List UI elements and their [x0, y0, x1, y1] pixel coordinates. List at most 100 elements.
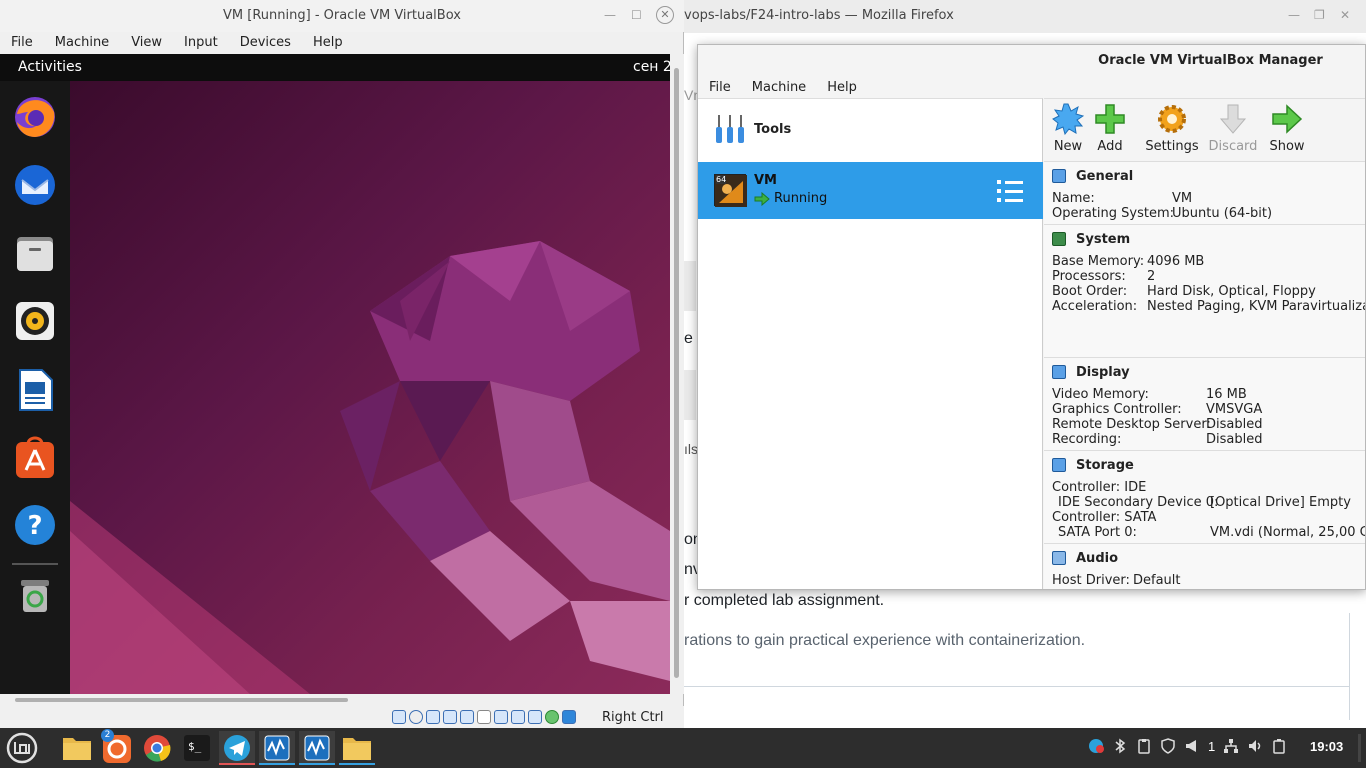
vm-vertical-scrollbar[interactable]	[670, 54, 684, 694]
notification-icon[interactable]	[1088, 738, 1104, 754]
ubuntu-clock[interactable]: сен 2€	[633, 59, 670, 75]
system-memory-value: 4096 MB	[1147, 254, 1205, 269]
maximize-icon[interactable]: ☐	[631, 8, 642, 22]
display-icon[interactable]	[494, 710, 508, 724]
general-name-label: Name:	[1052, 191, 1095, 206]
clipboard-icon[interactable]	[1136, 738, 1152, 754]
menu-help[interactable]: Help	[302, 32, 354, 54]
display-section[interactable]: Display Video Memory: 16 MB Graphics Con…	[1044, 358, 1365, 451]
shared-folders-icon[interactable]	[477, 710, 491, 724]
files-icon[interactable]	[12, 230, 58, 276]
trash-icon[interactable]	[12, 570, 58, 616]
show-desktop-button[interactable]	[1358, 734, 1361, 762]
minimize-icon[interactable]: —	[604, 8, 616, 22]
system-tray: 1	[1088, 738, 1287, 754]
virtualbox-vm-taskbar-icon[interactable]	[259, 731, 295, 765]
virtualbox-manager-taskbar-icon[interactable]	[299, 731, 335, 765]
guest-additions-icon[interactable]	[545, 710, 559, 724]
close-icon[interactable]: ✕	[656, 6, 674, 24]
system-section[interactable]: System Base Memory: 4096 MB Processors: …	[1044, 225, 1366, 358]
menu-devices[interactable]: Devices	[229, 32, 302, 54]
audio-icon[interactable]	[426, 710, 440, 724]
taskbar-clock[interactable]: 19:03	[1310, 739, 1343, 754]
cpu-icon[interactable]	[528, 710, 542, 724]
storage-ide-device-value: [Optical Drive] Empty	[1210, 495, 1351, 510]
display-rdp-value: Disabled	[1206, 417, 1263, 432]
show-button[interactable]: Show	[1266, 99, 1308, 159]
libreoffice-writer-icon[interactable]	[12, 366, 58, 412]
bluetooth-icon[interactable]	[1112, 738, 1128, 754]
tray-count: 1	[1208, 738, 1216, 754]
new-button[interactable]: New	[1046, 99, 1090, 159]
help-icon[interactable]: ?	[12, 502, 58, 548]
maximize-icon[interactable]: ❐	[1314, 8, 1325, 22]
divider	[1349, 613, 1350, 720]
mint-menu-icon[interactable]	[4, 731, 40, 765]
usb-icon[interactable]	[460, 710, 474, 724]
thunderbird-icon[interactable]	[12, 162, 58, 208]
taskbar: 2 $_ 1 19:03	[0, 728, 1366, 768]
close-icon[interactable]: ✕	[1340, 8, 1350, 22]
mouse-integration-icon[interactable]	[562, 710, 576, 724]
menu-view[interactable]: View	[120, 32, 173, 54]
vm-display[interactable]: Activities сен 2€	[0, 54, 670, 694]
page-block	[684, 261, 696, 311]
firefox-titlebar[interactable]: vops-labs/F24-intro-labs — Mozilla Firef…	[684, 0, 1366, 33]
menu-input[interactable]: Input	[173, 32, 229, 54]
display-recording-value: Disabled	[1206, 432, 1263, 447]
files-folder-icon[interactable]	[59, 731, 95, 765]
ubuntu-desktop-wallpaper[interactable]	[70, 81, 670, 694]
system-chip-icon	[1052, 232, 1066, 246]
manager-toolbar: New Add Settings Discard Show	[1044, 99, 1365, 162]
shield-icon[interactable]	[1160, 738, 1176, 754]
minimize-icon[interactable]: —	[1288, 8, 1300, 22]
rhythmbox-icon[interactable]	[12, 298, 58, 344]
details-menu-icon[interactable]	[996, 178, 1024, 204]
menu-file[interactable]: File	[698, 78, 741, 98]
ubuntu-os-icon: 64	[714, 174, 747, 207]
network-icon[interactable]	[1223, 738, 1239, 754]
display-graphics-value: VMSVGA	[1206, 402, 1263, 417]
menu-file[interactable]: File	[0, 32, 44, 54]
menu-machine[interactable]: Machine	[44, 32, 120, 54]
vm-state: Running	[774, 191, 828, 206]
storage-section[interactable]: Storage Controller: IDE IDE Secondary De…	[1044, 451, 1365, 544]
telegram-icon[interactable]	[219, 731, 255, 765]
svg-text:?: ?	[27, 511, 42, 541]
megaphone-icon[interactable]	[1184, 738, 1200, 754]
vm-window-title: VM [Running] - Oracle VM VirtualBox	[223, 8, 461, 23]
battery-icon[interactable]	[1271, 738, 1287, 754]
audio-driver-label: Host Driver:	[1052, 573, 1130, 588]
storage-ide-device-label: IDE Secondary Device 0:	[1058, 495, 1219, 510]
volume-icon[interactable]	[1247, 738, 1263, 754]
recording-icon[interactable]	[511, 710, 525, 724]
network-icon[interactable]	[443, 710, 457, 724]
tools-item[interactable]: Tools	[698, 99, 1043, 162]
divider	[684, 686, 1350, 687]
vm-horizontal-scrollbar[interactable]	[0, 694, 670, 706]
menu-machine[interactable]: Machine	[741, 78, 816, 98]
vm-list-item[interactable]: 64 VM Running	[698, 162, 1043, 219]
activities-button[interactable]: Activities	[18, 59, 82, 75]
display-video-memory-label: Video Memory:	[1052, 387, 1149, 402]
vm-titlebar[interactable]: VM [Running] - Oracle VM VirtualBox — ☐ …	[0, 0, 684, 32]
storage-sata-port-value: VM.vdi (Normal, 25,00 GB)	[1210, 525, 1365, 540]
add-button[interactable]: Add	[1090, 99, 1130, 159]
chrome-icon[interactable]	[139, 731, 175, 765]
optical-drive-icon[interactable]	[409, 710, 423, 724]
terminal-icon[interactable]: $_	[179, 731, 215, 765]
menu-help[interactable]: Help	[816, 78, 867, 98]
app-center-icon[interactable]	[12, 434, 58, 480]
firefox-icon[interactable]	[12, 94, 58, 140]
dock-separator	[12, 563, 58, 565]
audio-section[interactable]: Audio Host Driver: Default	[1044, 544, 1365, 589]
svg-text:$_: $_	[188, 740, 202, 753]
vm-status-icons	[392, 710, 576, 724]
settings-button[interactable]: Settings	[1144, 99, 1200, 159]
discard-button[interactable]: Discard	[1208, 99, 1258, 159]
general-section[interactable]: General Name: VM Operating System: Ubunt…	[1044, 162, 1365, 225]
display-graphics-label: Graphics Controller:	[1052, 402, 1182, 417]
system-acceleration-value: Nested Paging, KVM Paravirtualizatio	[1147, 299, 1366, 314]
hard-disk-icon[interactable]	[392, 710, 406, 724]
folder-icon[interactable]	[339, 731, 375, 765]
